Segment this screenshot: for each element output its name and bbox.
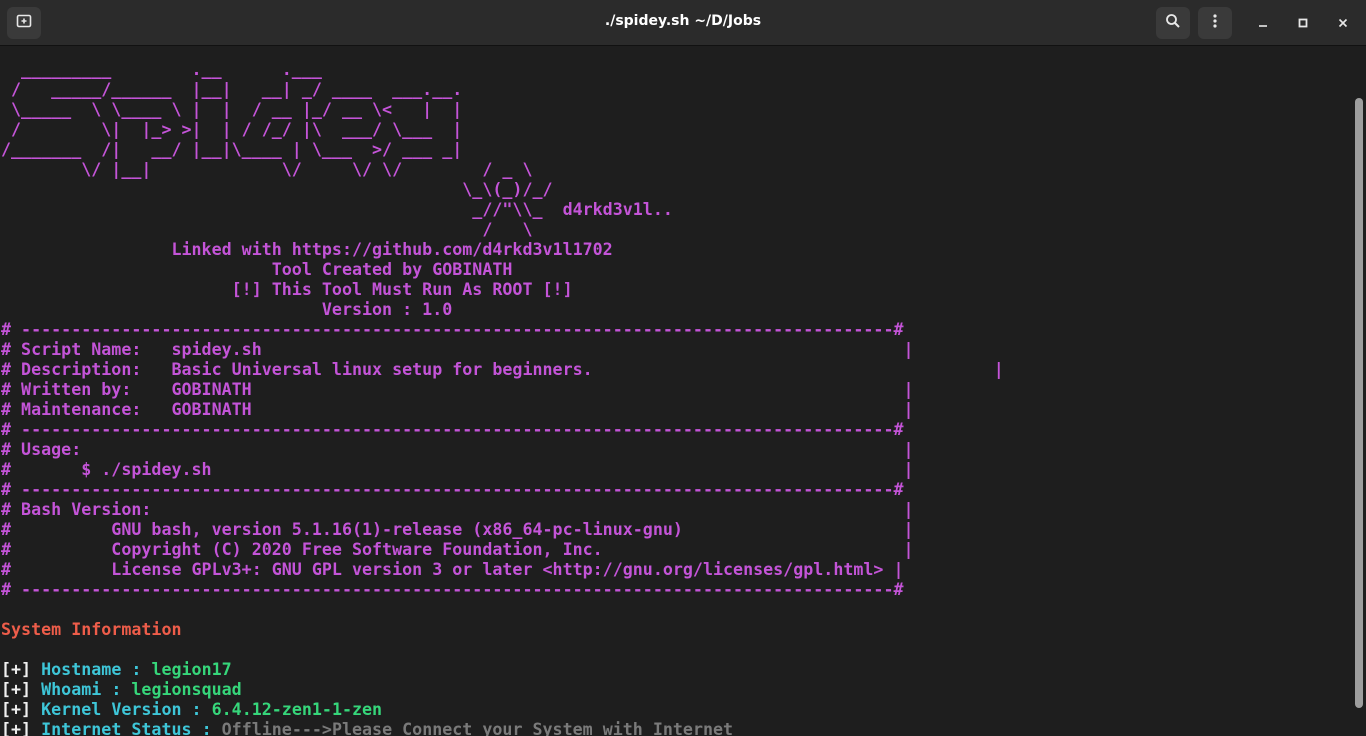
maximize-button[interactable] xyxy=(1291,11,1315,35)
kebab-menu-icon xyxy=(1207,13,1223,33)
ascii-banner-line: /_______ /| __/ |__|\____ | \___ >/ ___ … xyxy=(1,140,463,159)
info-line-version: Version : 1.0 xyxy=(1,300,453,319)
info-line-root-warning: [!] This Tool Must Run As ROOT [!] xyxy=(1,280,573,299)
ascii-banner-line: \_\(_)/_/ xyxy=(1,180,553,199)
ascii-banner-line: \_____ \ \____ \ | | / __ |_/ __ \< | | xyxy=(1,100,463,119)
header-box-line: # --------------------------------------… xyxy=(1,480,904,499)
ascii-banner-line: / \| |_> >| | / /_/ |\ ___/ \___ | xyxy=(1,120,463,139)
hostname-value: legion17 xyxy=(151,660,232,679)
header-box-line: # --------------------------------------… xyxy=(1,420,904,439)
header-box-line: # Script Name: spidey.sh | xyxy=(1,340,914,359)
header-box-line: # Written by: GOBINATH | xyxy=(1,380,914,399)
whoami-value: legionsquad xyxy=(131,680,242,699)
header-box-line: # License GPLv3+: GNU GPL version 3 or l… xyxy=(1,560,904,579)
minimize-icon xyxy=(1257,14,1269,33)
menu-button[interactable] xyxy=(1198,7,1232,39)
header-box-line: # Copyright (C) 2020 Free Software Found… xyxy=(1,540,914,559)
header-box-line: # --------------------------------------… xyxy=(1,580,904,599)
search-button[interactable] xyxy=(1156,7,1190,39)
header-box-line: # $ ./spidey.sh | xyxy=(1,460,914,479)
header-box-line: # GNU bash, version 5.1.16(1)-release (x… xyxy=(1,520,914,539)
info-line-github: Linked with https://github.com/d4rkd3v1l… xyxy=(1,240,613,259)
ascii-banner-line: / _____/______ |__| __| _/ ____ ___.__. xyxy=(1,80,463,99)
internet-status-value: Offline--->Please Connect your System wi… xyxy=(221,720,734,736)
header-box-line: # Bash Version: | xyxy=(1,500,914,519)
header-box-line: # Usage: | xyxy=(1,440,914,459)
terminal-output[interactable]: _________ .__ .___ / _____/______ |__| _… xyxy=(0,46,1350,736)
scrollbar-thumb[interactable] xyxy=(1355,98,1363,708)
internet-status-label: Internet Status : xyxy=(41,720,222,736)
kernel-version-label: Kernel Version : xyxy=(41,700,212,719)
header-box-line: # --------------------------------------… xyxy=(1,320,904,339)
section-title: System Information xyxy=(1,620,182,639)
maximize-icon xyxy=(1297,14,1309,33)
bullet: [+] xyxy=(1,720,32,736)
header-box-line: # Maintenance: GOBINATH | xyxy=(1,400,914,419)
ascii-banner-line: _//"\\_ d4rkd3v1l.. xyxy=(1,200,673,219)
hostname-label: Hostname : xyxy=(41,660,152,679)
kernel-version-value: 6.4.12-zen1-1-zen xyxy=(211,700,383,719)
ascii-banner-line: _________ .__ .___ xyxy=(1,60,322,79)
bullet: [+] xyxy=(1,700,32,719)
ascii-banner-line: \/ |__| \/ \/ \/ / _ \ xyxy=(1,160,533,179)
close-button[interactable] xyxy=(1331,11,1355,35)
terminal-scrollbar[interactable] xyxy=(1352,46,1366,736)
ascii-banner-line: / \ xyxy=(1,220,533,239)
bullet: [+] xyxy=(1,680,32,699)
search-icon xyxy=(1165,13,1181,33)
bullet: [+] xyxy=(1,660,32,679)
header-box-line: # Description: Basic Universal linux set… xyxy=(1,360,1004,379)
minimize-button[interactable] xyxy=(1251,11,1275,35)
close-icon xyxy=(1337,14,1349,33)
info-line-author: Tool Created by GOBINATH xyxy=(1,260,513,279)
whoami-label: Whoami : xyxy=(41,680,132,699)
window-titlebar: ./spidey.sh ~/D/Jobs xyxy=(0,0,1366,46)
